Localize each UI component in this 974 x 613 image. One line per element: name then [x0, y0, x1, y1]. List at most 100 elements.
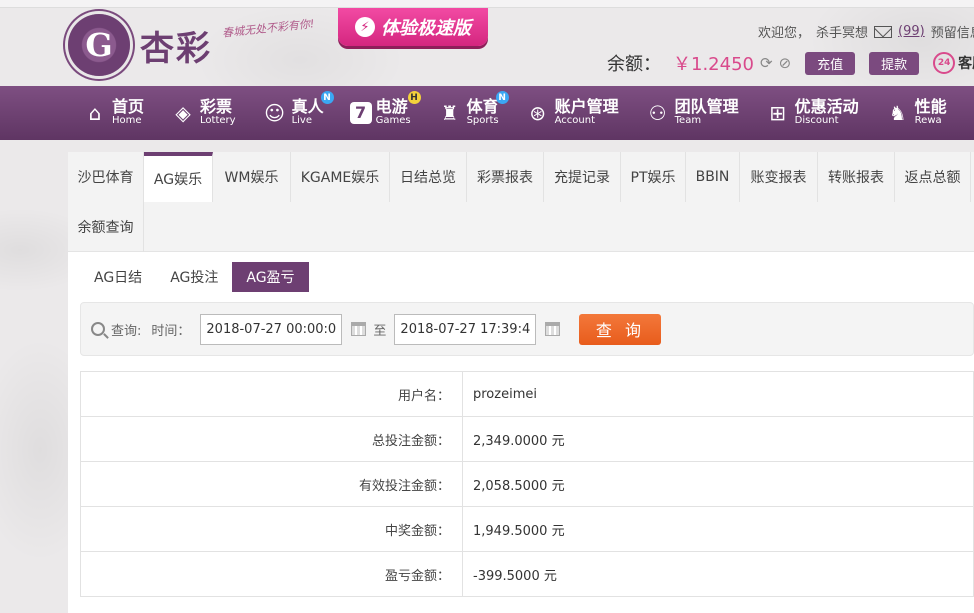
row-value: 2,058.5000 元 — [462, 461, 974, 507]
table-row: 中奖金额： 1,949.5000 元 — [80, 506, 974, 552]
report-panel: 沙巴体育 AG娱乐 WM娱乐 KGAME娱乐 日结总览 彩票报表 充提记录 PT… — [68, 152, 974, 613]
subtab-ag-bets[interactable]: AG投注 — [156, 262, 232, 292]
refresh-icon[interactable]: ⟳ — [760, 54, 773, 72]
nav-label: 性能 — [914, 97, 947, 117]
logo-text: 杏彩 — [140, 28, 212, 69]
seven-icon: 7 — [349, 101, 372, 124]
row-value: -399.5000 元 — [462, 551, 974, 597]
balance-row: 余额： ￥1.2450 ⟳ ⊘ 充值 提款 24 客服 — [607, 50, 974, 76]
tab-transfer-report[interactable]: 转账报表 — [818, 152, 895, 202]
tab-deposit-records[interactable]: 充提记录 — [544, 152, 621, 202]
row-label: 中奖金额： — [80, 506, 463, 552]
time-label: 时间： — [151, 323, 191, 339]
tab-pt[interactable]: PT娱乐 — [621, 152, 686, 202]
tab-bbin[interactable]: BBIN — [686, 152, 740, 202]
query-button[interactable]: 查 询 — [579, 313, 662, 345]
row-label: 有效投注金额： — [80, 461, 463, 507]
table-row: 用户名： prozeimei — [80, 371, 974, 417]
hot-badge: H — [407, 91, 421, 105]
tab-rebate-total[interactable]: 返点总额 — [895, 152, 971, 202]
row-label: 总投注金额： — [80, 416, 463, 462]
browser-strip — [0, 0, 974, 8]
withdraw-button[interactable]: 提款 — [869, 51, 920, 75]
search-icon — [91, 322, 105, 336]
gift-icon: ⊞ — [769, 100, 787, 125]
nav-item-games[interactable]: 7 电游 Games H — [349, 91, 421, 127]
reserved-info-link[interactable]: 预留信息 — [931, 22, 974, 41]
new-badge: N — [495, 91, 509, 105]
nav-item-home[interactable]: ⌂ 首页 Home — [82, 99, 144, 126]
speed-version-label: 体验极速版 — [381, 18, 471, 39]
tab-ag[interactable]: AG娱乐 — [144, 152, 213, 202]
trophy-icon: ♜ — [440, 100, 459, 125]
query-label: 查询: — [111, 323, 142, 339]
calendar-icon[interactable] — [545, 322, 561, 336]
nav-label: 电游 — [375, 97, 408, 117]
end-date-input[interactable] — [394, 313, 537, 345]
tab-balance-change[interactable]: 账变报表 — [740, 152, 818, 202]
balance-value: ￥1.2450 — [673, 54, 754, 75]
nav-label: 优惠活动 — [794, 97, 859, 117]
dealer-icon: ☺ — [264, 100, 285, 125]
nav-label: 团队管理 — [674, 97, 739, 117]
table-row: 盈亏金额： -399.5000 元 — [80, 551, 974, 597]
recharge-button[interactable]: 充值 — [805, 51, 856, 75]
site-logo[interactable]: G 杏彩 — [68, 14, 212, 76]
row-value: 1,949.5000 元 — [462, 506, 974, 552]
tab-daily-overview[interactable]: 日结总览 — [390, 152, 467, 202]
tab-shaba-sports[interactable]: 沙巴体育 — [68, 152, 144, 202]
customer-service-icon[interactable]: 24 — [933, 52, 956, 74]
nav-item-live[interactable]: ☺ 真人 Live N — [262, 91, 334, 127]
report-tabs: 沙巴体育 AG娱乐 WM娱乐 KGAME娱乐 日结总览 彩票报表 充提记录 PT… — [68, 152, 974, 252]
nav-label: 体育 — [466, 97, 499, 117]
nav-label: 真人 — [291, 97, 324, 117]
table-row: 有效投注金额： 2,058.5000 元 — [80, 461, 974, 507]
subtab-ag-profit[interactable]: AG盈亏 — [232, 262, 309, 292]
nav-sublabel: Team — [674, 115, 702, 127]
nav-item-team[interactable]: ⚇ 团队管理 Team — [645, 99, 739, 126]
hide-balance-icon[interactable]: ⊘ — [779, 54, 792, 72]
nav-item-performance[interactable]: ♞ 性能 Rewa — [885, 99, 947, 126]
nav-sublabel: Games — [375, 115, 411, 127]
new-badge: N — [320, 91, 334, 105]
message-count-link[interactable]: (99) — [898, 24, 925, 39]
nav-sublabel: Live — [291, 115, 312, 127]
nav-item-sports[interactable]: ♜ 体育 Sports N — [437, 91, 509, 127]
welcome-bar: 欢迎您， 杀手冥想 (99) 预留信息 — [758, 22, 974, 41]
start-date-input[interactable] — [200, 313, 343, 345]
table-row: 总投注金额： 2,349.0000 元 — [80, 416, 974, 462]
ag-subtabs: AG日结 AG投注 AG盈亏 — [80, 262, 309, 292]
team-icon: ⚇ — [648, 100, 667, 125]
row-value: prozeimei — [462, 371, 974, 417]
home-icon: ⌂ — [88, 100, 102, 125]
row-label: 盈亏金额： — [80, 551, 463, 597]
ticket-icon: ◈ — [175, 100, 191, 125]
balance-label: 余额： — [607, 54, 661, 75]
account-icon: ⊛ — [529, 100, 546, 125]
mail-icon[interactable] — [874, 25, 893, 38]
nav-item-lottery[interactable]: ◈ 彩票 Lottery — [170, 97, 235, 126]
row-label: 用户名： — [80, 371, 463, 417]
tab-kgame[interactable]: KGAME娱乐 — [291, 152, 390, 202]
calendar-icon[interactable] — [351, 322, 367, 336]
performance-icon: ♞ — [888, 100, 907, 125]
nav-sublabel: Discount — [794, 115, 839, 127]
nav-item-account[interactable]: ⊛ 账户管理 Account — [525, 99, 618, 127]
tab-lottery-report[interactable]: 彩票报表 — [467, 152, 544, 202]
nav-label: 彩票 — [200, 97, 233, 117]
to-label: 至 — [373, 323, 387, 339]
nav-label: 首页 — [112, 97, 145, 117]
customer-service-label[interactable]: 客服 — [958, 53, 974, 73]
query-bar: 查询: 时间： 至 查 询 — [80, 302, 974, 356]
nav-sublabel: Account — [554, 115, 596, 127]
nav-sublabel: Sports — [466, 115, 499, 127]
subtab-ag-daily[interactable]: AG日结 — [80, 262, 156, 292]
nav-sublabel: Home — [112, 115, 142, 127]
nav-item-discount[interactable]: ⊞ 优惠活动 Discount — [765, 97, 859, 127]
nav-sublabel: Rewa — [914, 115, 942, 127]
row-value: 2,349.0000 元 — [462, 416, 974, 462]
logo-emblem-icon: G — [68, 14, 130, 76]
speed-version-button[interactable]: ⚡ 体验极速版 — [338, 8, 488, 46]
tab-wm[interactable]: WM娱乐 — [213, 152, 291, 202]
tab-balance-query[interactable]: 余额查询 — [68, 202, 144, 252]
